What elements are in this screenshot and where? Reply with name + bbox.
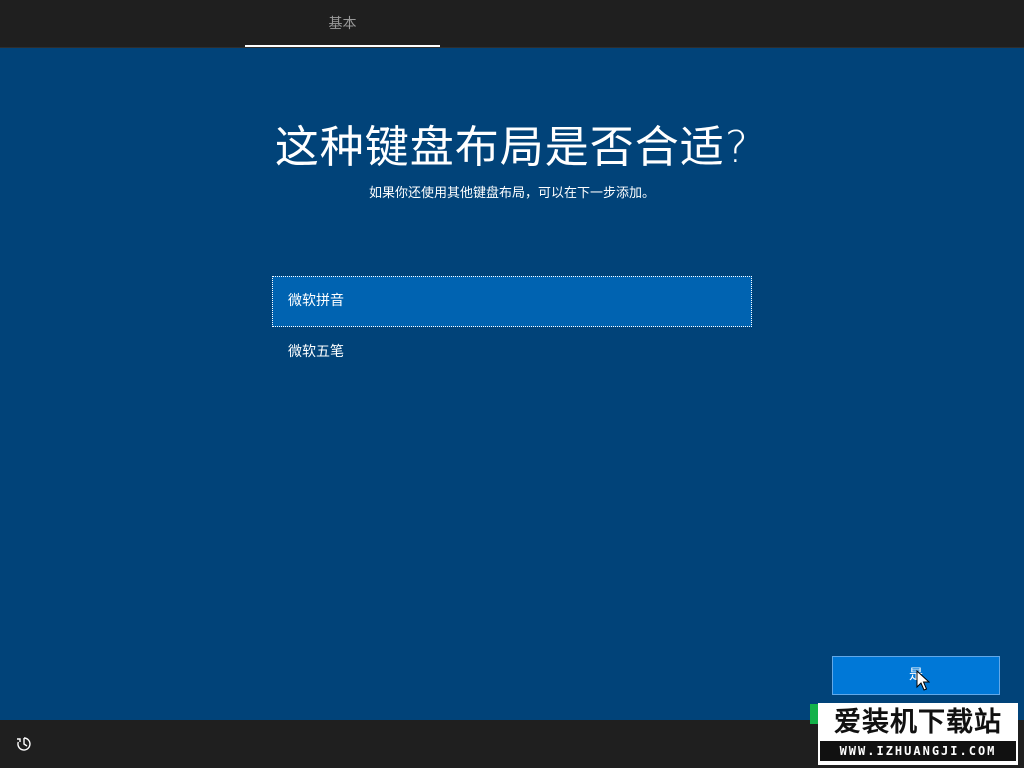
- top-bar: 基本: [0, 0, 1024, 48]
- main-panel: 这种键盘布局是否合适? 如果你还使用其他键盘布局，可以在下一步添加。 微软拼音 …: [0, 48, 1024, 720]
- watermark-url: WWW.IZHUANGJI.COM: [820, 741, 1016, 761]
- tab-basics[interactable]: 基本: [245, 0, 440, 47]
- keyboard-layout-list: 微软拼音 微软五笔: [272, 276, 752, 378]
- watermark-accent: [810, 704, 818, 724]
- ease-of-access-icon[interactable]: [14, 734, 34, 754]
- layout-item-microsoft-wubi[interactable]: 微软五笔: [272, 327, 752, 378]
- oobe-screen: 基本 这种键盘布局是否合适? 如果你还使用其他键盘布局，可以在下一步添加。 微软…: [0, 0, 1024, 768]
- watermark-title: 爱装机下载站: [834, 707, 1002, 738]
- yes-button[interactable]: 是: [832, 656, 1000, 695]
- page-title: 这种键盘布局是否合适?: [274, 122, 750, 173]
- page-subtitle: 如果你还使用其他键盘布局，可以在下一步添加。: [368, 186, 655, 201]
- layout-item-microsoft-pinyin[interactable]: 微软拼音: [272, 276, 752, 327]
- watermark-logo: 爱装机下载站 WWW.IZHUANGJI.COM: [818, 703, 1018, 765]
